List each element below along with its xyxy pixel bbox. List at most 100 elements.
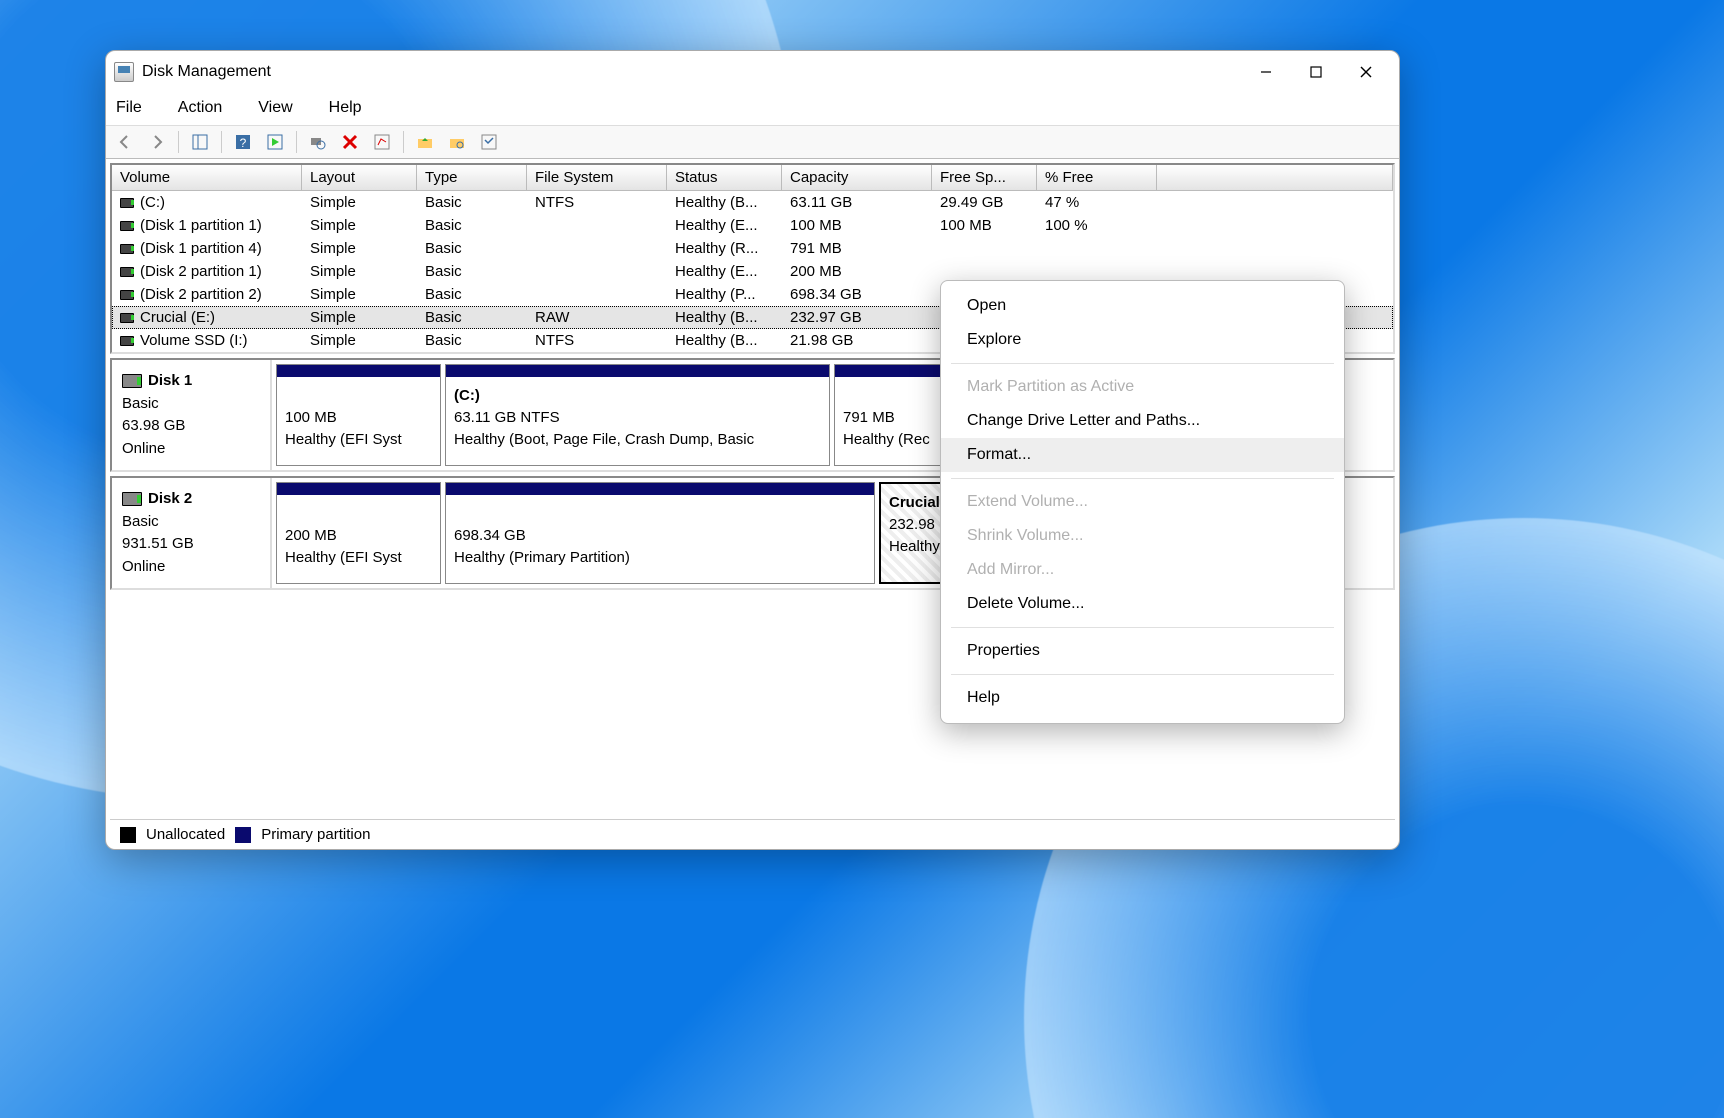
- volume-type: Basic: [417, 283, 527, 306]
- volume-icon: [120, 267, 134, 277]
- partition-status: Healthy (EFI Syst: [285, 547, 432, 569]
- disk-info[interactable]: Disk 1Basic63.98 GBOnline: [112, 360, 272, 470]
- volume-header-row: Volume Layout Type File System Status Ca…: [112, 165, 1393, 191]
- volume-layout: Simple: [302, 329, 417, 352]
- volume-name: Crucial (E:): [140, 309, 215, 326]
- cm-delete[interactable]: Delete Volume...: [941, 587, 1344, 621]
- volume-capacity: 232.97 GB: [782, 306, 932, 329]
- folder-up-button[interactable]: [412, 130, 438, 154]
- volume-fs: [527, 214, 667, 237]
- menu-action[interactable]: Action: [178, 99, 234, 117]
- forward-button[interactable]: [144, 130, 170, 154]
- cm-explore[interactable]: Explore: [941, 323, 1344, 357]
- volume-name: (Disk 1 partition 1): [140, 217, 262, 234]
- volume-status: Healthy (E...: [667, 214, 782, 237]
- toolbar: ?: [106, 126, 1399, 159]
- col-freespace[interactable]: Free Sp...: [932, 165, 1037, 190]
- partition[interactable]: (C:)63.11 GB NTFSHealthy (Boot, Page Fil…: [445, 364, 830, 466]
- partition-status: Healthy (Primary Partition): [454, 547, 866, 569]
- partition[interactable]: 200 MBHealthy (EFI Syst: [276, 482, 441, 584]
- titlebar[interactable]: Disk Management: [106, 51, 1399, 93]
- volume-fs: [527, 237, 667, 260]
- volume-type: Basic: [417, 214, 527, 237]
- back-button[interactable]: [112, 130, 138, 154]
- volume-capacity: 63.11 GB: [782, 191, 932, 214]
- col-layout[interactable]: Layout: [302, 165, 417, 190]
- volume-status: Healthy (B...: [667, 329, 782, 352]
- menubar: File Action View Help: [106, 93, 1399, 126]
- col-filesystem[interactable]: File System: [527, 165, 667, 190]
- disk-name: Disk 1: [148, 370, 192, 393]
- partition-status: Healthy (Boot, Page File, Crash Dump, Ba…: [454, 429, 821, 451]
- maximize-button[interactable]: [1291, 56, 1341, 88]
- close-button[interactable]: [1341, 56, 1391, 88]
- show-hide-tree-button[interactable]: [187, 130, 213, 154]
- volume-fs: RAW: [527, 306, 667, 329]
- cm-format[interactable]: Format...: [941, 438, 1344, 472]
- volume-free: 29.49 GB: [932, 191, 1037, 214]
- disk-status: Online: [122, 556, 260, 579]
- volume-status: Healthy (P...: [667, 283, 782, 306]
- volume-type: Basic: [417, 306, 527, 329]
- cm-mirror: Add Mirror...: [941, 553, 1344, 587]
- partition[interactable]: 100 MBHealthy (EFI Syst: [276, 364, 441, 466]
- cm-help[interactable]: Help: [941, 681, 1344, 715]
- volume-row[interactable]: (Disk 1 partition 1)SimpleBasicHealthy (…: [112, 214, 1393, 237]
- menu-file[interactable]: File: [116, 99, 154, 117]
- volume-layout: Simple: [302, 237, 417, 260]
- volume-icon: [120, 290, 134, 300]
- volume-capacity: 21.98 GB: [782, 329, 932, 352]
- cm-open[interactable]: Open: [941, 289, 1344, 323]
- legend-unallocated-label: Unallocated: [146, 826, 225, 843]
- volume-pctfree: 100 %: [1037, 214, 1157, 237]
- volume-type: Basic: [417, 237, 527, 260]
- volume-icon: [120, 198, 134, 208]
- volume-layout: Simple: [302, 191, 417, 214]
- partition-size: 200 MB: [285, 525, 432, 547]
- legend-primary-label: Primary partition: [261, 826, 370, 843]
- disk-info[interactable]: Disk 2Basic931.51 GBOnline: [112, 478, 272, 588]
- volume-icon: [120, 221, 134, 231]
- volume-capacity: 100 MB: [782, 214, 932, 237]
- volume-fs: [527, 283, 667, 306]
- col-volume[interactable]: Volume: [112, 165, 302, 190]
- menu-view[interactable]: View: [258, 99, 304, 117]
- help-button[interactable]: ?: [230, 130, 256, 154]
- volume-free: [932, 237, 1037, 260]
- menu-help[interactable]: Help: [329, 99, 374, 117]
- refresh-button[interactable]: [262, 130, 288, 154]
- volume-icon: [120, 244, 134, 254]
- partition-volume: (C:): [454, 385, 821, 407]
- volume-row[interactable]: (Disk 1 partition 4)SimpleBasicHealthy (…: [112, 237, 1393, 260]
- delete-button[interactable]: [337, 130, 363, 154]
- partition-size: 63.11 GB NTFS: [454, 407, 821, 429]
- volume-name: Volume SSD (I:): [140, 332, 248, 349]
- disk-type: Basic: [122, 511, 260, 534]
- col-pctfree[interactable]: % Free: [1037, 165, 1157, 190]
- volume-layout: Simple: [302, 283, 417, 306]
- cm-shrink: Shrink Volume...: [941, 519, 1344, 553]
- folder-search-button[interactable]: [444, 130, 470, 154]
- volume-fs: NTFS: [527, 191, 667, 214]
- col-capacity[interactable]: Capacity: [782, 165, 932, 190]
- volume-icon: [120, 336, 134, 346]
- rescan-button[interactable]: [305, 130, 331, 154]
- cm-extend: Extend Volume...: [941, 485, 1344, 519]
- col-status[interactable]: Status: [667, 165, 782, 190]
- volume-type: Basic: [417, 329, 527, 352]
- partition-size: 698.34 GB: [454, 525, 866, 547]
- volume-name: (Disk 1 partition 4): [140, 240, 262, 257]
- cm-properties[interactable]: Properties: [941, 634, 1344, 668]
- partition[interactable]: 698.34 GBHealthy (Primary Partition): [445, 482, 875, 584]
- volume-row[interactable]: (C:) SimpleBasicNTFSHealthy (B...63.11 GB…: [112, 191, 1393, 214]
- disk-capacity: 63.98 GB: [122, 415, 260, 438]
- volume-type: Basic: [417, 191, 527, 214]
- volume-name: (C:): [140, 194, 165, 211]
- legend-primary-swatch: [235, 827, 251, 843]
- volume-status: Healthy (B...: [667, 191, 782, 214]
- properties-button[interactable]: [369, 130, 395, 154]
- cm-change-letter[interactable]: Change Drive Letter and Paths...: [941, 404, 1344, 438]
- col-type[interactable]: Type: [417, 165, 527, 190]
- settings-button[interactable]: [476, 130, 502, 154]
- minimize-button[interactable]: [1241, 56, 1291, 88]
